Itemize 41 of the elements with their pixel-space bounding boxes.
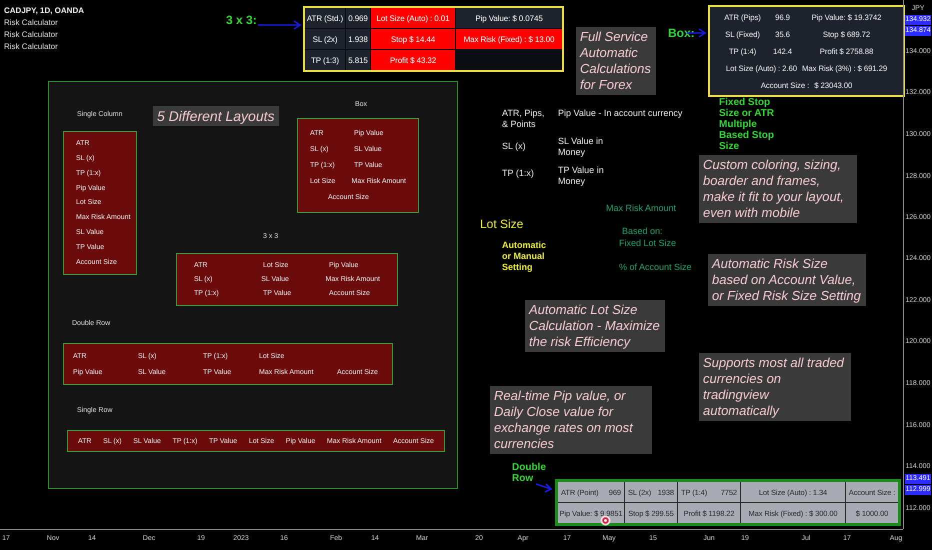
- callout-note: Custom coloring, sizing, boarder and frames, make it fit to your layout, even with mobile: [699, 155, 857, 223]
- annotation-text: Max Risk Amount: [606, 203, 676, 214]
- pointer-arrow: [536, 483, 554, 493]
- callout-note: Automatic Lot Size Calculation - Maximize the risk Efficiency: [525, 300, 665, 352]
- indicator-name[interactable]: Risk Calculator: [4, 42, 84, 52]
- callout-note: Full Service Automatic Calculations for Forex: [576, 27, 656, 95]
- annotation-text: Automatic or Manual Setting: [502, 240, 548, 273]
- table-cell: 5.815: [346, 50, 370, 70]
- annotation-text: 3 x 3:: [226, 15, 257, 26]
- indicator-name[interactable]: Risk Calculator: [4, 18, 84, 28]
- pointer-arrow: [258, 20, 303, 30]
- annotation-text: Based on:: [622, 226, 663, 237]
- annotation-text: TP Value in Money: [558, 165, 605, 187]
- table-cell: Pip Value: $ 0.0745: [456, 8, 562, 28]
- annotation-text: SL (x): [502, 141, 526, 152]
- annotation-text: % of Account Size: [619, 262, 692, 273]
- annotation-text: Fixed Lot Size: [619, 238, 676, 249]
- annotation-text: Lot Size: [480, 217, 524, 231]
- table-cell: Stop $ 14.44: [371, 29, 455, 49]
- indicator-name[interactable]: Risk Calculator: [4, 30, 84, 40]
- annotation-text: Double Row: [512, 462, 547, 484]
- table-cell: 1.938: [346, 29, 370, 49]
- annotation-text: TP (1:x): [502, 168, 534, 179]
- symbol-title: CADJPY, 1D, OANDA: [4, 6, 84, 16]
- callout-note: Supports most all traded currencies on tradingview automatically: [699, 353, 851, 421]
- table-cell: ATR (Std.): [305, 8, 345, 28]
- annotation-text: SL Value in Money: [558, 136, 604, 158]
- table-cell: TP (1:3): [305, 50, 345, 70]
- callout-note: Automatic Risk Size based on Account Value, or Fixed Risk Size Setting: [708, 254, 866, 306]
- table-cell: 0.969: [346, 8, 370, 28]
- table-cell: Max Risk (Fixed) : $ 13.00: [456, 29, 562, 49]
- table-cell: Profit $ 43.32: [371, 50, 455, 70]
- table-cell: Lot Size (Auto) : 0.01: [371, 8, 455, 28]
- annotation-text: Pip Value - In account currency: [558, 108, 684, 119]
- annotation-text: Box:: [668, 28, 695, 39]
- marker-icon[interactable]: [600, 515, 611, 526]
- callout-note: 5 Different Layouts: [153, 106, 279, 126]
- annotation-text: ATR, Pips, & Points: [502, 108, 546, 130]
- callout-note: Real-time Pip value, or Daily Close value for exchange rates on most currencies: [490, 386, 652, 454]
- table-cell: SL (2x): [305, 29, 345, 49]
- annotation-text: Fixed Stop Size or ATR Multiple Based Stop Size: [719, 97, 776, 152]
